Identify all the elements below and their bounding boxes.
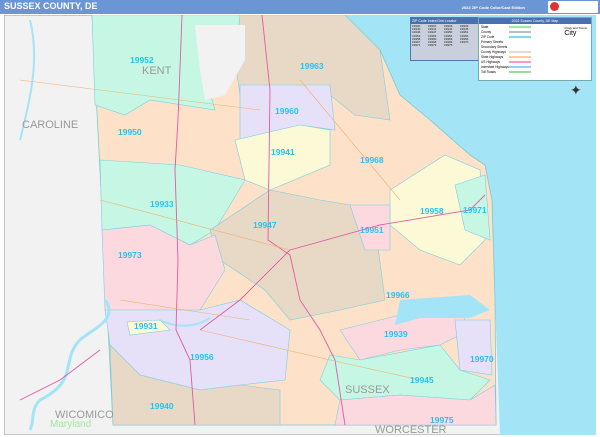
legend-swatch [509, 60, 531, 63]
legend-swatch [509, 65, 531, 68]
county-label-caroline: CAROLINE [22, 119, 78, 131]
zip-label: 19963 [300, 61, 324, 71]
legend-swatch [509, 50, 531, 53]
zip-index-entry: 19970 [460, 40, 469, 45]
zip-label: 19945 [410, 375, 434, 385]
county-label-sussex: SUSSEX [345, 384, 390, 396]
zip-label: 19939 [384, 329, 408, 339]
logo-icon [550, 2, 559, 11]
legend-item-label: US Highways [481, 59, 501, 64]
publisher-logo [548, 1, 598, 13]
header-bar: SUSSEX COUNTY, DE 2022 ZIP Code Color/Ca… [0, 0, 600, 14]
legend-swatch [509, 40, 531, 43]
legend-item: Toll Roads [479, 69, 591, 74]
legend-item-label: County Highways [481, 49, 506, 54]
legend-city-sample: City [564, 30, 577, 37]
zip-index-entry: 19975 [444, 43, 453, 48]
zip-label: 19971 [463, 205, 487, 215]
zip-index-entry: 19973 [428, 43, 437, 48]
legend-swatch [509, 55, 531, 58]
zip-label: 19950 [118, 127, 142, 137]
edition-label: 2022 ZIP Code Color/Cast Edition [461, 5, 525, 10]
legend-item-label: State [481, 24, 489, 29]
zip-label: 19947 [253, 220, 277, 230]
county-label-worcester: WORCESTER [375, 424, 447, 435]
legend-swatch [509, 45, 531, 48]
legend-swatch [509, 30, 531, 33]
map-title: SUSSEX COUNTY, DE [4, 1, 98, 11]
legend-item-label: ZIP Code [481, 34, 495, 39]
map-legend: 2022 Sussex County, DE Map State County ZI… [478, 17, 592, 81]
legend-item-label: Secondary Streets [481, 44, 508, 49]
zip-label: 19940 [150, 401, 174, 411]
zip-index-entry: 19971 [412, 43, 421, 48]
zip-index-rows: 19930 19931 19933 1993919940 19941 19944 19945… [411, 24, 479, 48]
zip-label: 19966 [386, 290, 410, 300]
zip-area-19970[interactable] [454, 319, 493, 376]
zip-label: 19941 [271, 147, 295, 157]
zip-label: 19952 [130, 55, 154, 65]
compass-rose-icon: ✦ [570, 82, 582, 98]
legend-swatch [509, 35, 531, 38]
zip-label: 19973 [118, 250, 142, 260]
legend-swatch [509, 25, 531, 28]
county-label-kent: KENT [142, 65, 172, 77]
zip-label: 19956 [190, 352, 214, 362]
legend-swatch [509, 70, 531, 73]
zip-label: 19951 [360, 225, 384, 235]
zip-label: 19933 [150, 199, 174, 209]
legend-item-label: Toll Roads [481, 69, 496, 74]
zip-label: 19931 [134, 321, 158, 331]
zip-index-table: ZIP Code Index/Grid Locator 19930 19931 19… [410, 17, 480, 61]
state-label-maryland: Maryland [50, 419, 91, 430]
legend-item-label: State Highways [481, 54, 504, 59]
legend-cities: Cities and Towns City [564, 26, 587, 37]
zip-label: 19958 [420, 206, 444, 216]
legend-item-label: Interstate Highways [481, 64, 509, 69]
legend-item-label: County [481, 29, 492, 34]
zip-label: 19970 [470, 354, 494, 364]
legend-item-label: Primary Streets [481, 39, 503, 44]
zip-label: 19968 [360, 155, 384, 165]
zip-label: 19960 [275, 106, 299, 116]
